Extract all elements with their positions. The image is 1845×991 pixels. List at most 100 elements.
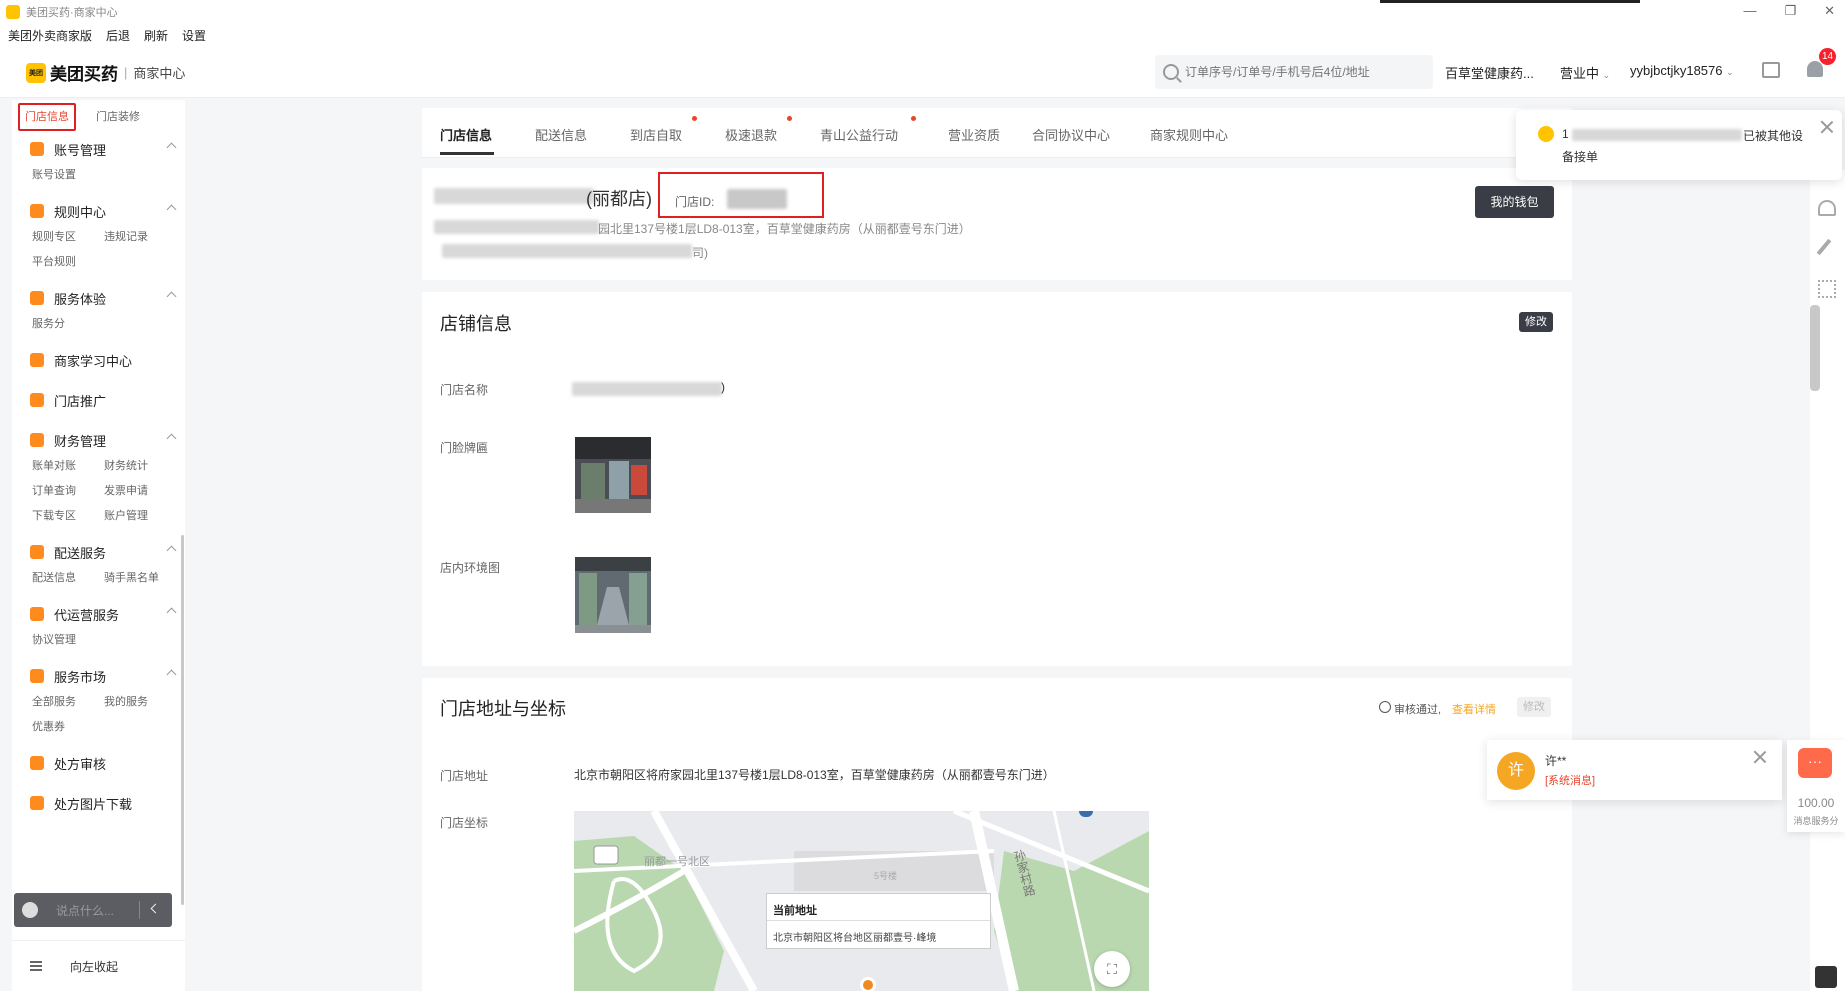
tab-contracts[interactable]: 合同协议中心 [1032, 125, 1110, 144]
address-edit-button[interactable]: 修改 [1517, 697, 1551, 717]
menu-item-settings[interactable]: 设置 [182, 27, 206, 44]
message-close-icon[interactable] [1753, 750, 1767, 764]
brand[interactable]: 美团 美团买药 | 商家中心 [26, 60, 185, 85]
notification-badge: 14 [1819, 48, 1837, 65]
flag-icon[interactable] [1815, 966, 1837, 988]
sidebar-item[interactable]: 门店推广 [12, 383, 185, 417]
collapse-sidebar-button[interactable]: 向左收起 [12, 940, 185, 991]
sidebar-subitem[interactable]: 协议管理 [32, 631, 104, 647]
sidebar-subitem[interactable]: 优惠券 [32, 718, 104, 734]
sidebar-subitem[interactable]: 账号设置 [32, 166, 104, 182]
right-scrollbar[interactable] [1810, 305, 1820, 391]
store-tabs: 门店信息 配送信息 到店自取 极速退款 青山公益行动 营业资质 合同协议中心 商… [422, 108, 1572, 158]
address-section-title: 门店地址与坐标 [440, 699, 566, 719]
audit-details-link[interactable]: 查看详情 [1452, 701, 1496, 717]
sidebar-item-label: 规则中心 [54, 204, 107, 220]
sidebar-subitem[interactable]: 财务统计 [104, 457, 176, 473]
interior-image[interactable] [575, 557, 651, 633]
map-recenter-icon[interactable]: ⛶ [1094, 951, 1130, 987]
sidebar-item[interactable]: 财务管理 [12, 423, 185, 457]
bell-icon[interactable] [1807, 61, 1823, 77]
menu-item-back[interactable]: 后退 [106, 27, 130, 44]
menubar: 美团外卖商家版 后退 刷新 设置 [0, 24, 1845, 46]
sidebar-subitem[interactable]: 违规记录 [104, 228, 176, 244]
printer-icon[interactable] [1762, 62, 1780, 78]
facade-image[interactable] [575, 437, 651, 513]
chevron-up-icon[interactable] [166, 607, 177, 618]
chevron-left-icon[interactable] [150, 903, 161, 914]
edit-icon[interactable] [1816, 238, 1832, 256]
sidebar-item[interactable]: 配送服务 [12, 535, 185, 569]
sidebar-subitem[interactable]: 平台规则 [32, 253, 104, 269]
tab-delivery-info[interactable]: 配送信息 [535, 125, 587, 144]
sidebar-subitem[interactable]: 骑手黑名单 [104, 569, 176, 585]
store-select[interactable]: 百草堂健康药... [1445, 63, 1534, 82]
sidebar-item[interactable]: 代运营服务 [12, 597, 185, 631]
sidebar-subitem[interactable]: 服务分 [32, 315, 104, 331]
tab-merchant-rules[interactable]: 商家规则中心 [1150, 125, 1228, 144]
menu-item-refresh[interactable]: 刷新 [144, 27, 168, 44]
restore-icon[interactable]: ❐ [1784, 3, 1796, 19]
system-message-card[interactable]: 许 许** [系统消息] [1487, 740, 1782, 800]
store-location-map[interactable]: 丽都一号北区 5号楼 孙家村路 当前地址 北京市朝阳区将台地区丽都壹号·峰境 ⛶ [574, 811, 1149, 991]
chevron-up-icon[interactable] [166, 545, 177, 556]
sidebar-item[interactable]: 处方图片下载 [12, 786, 185, 820]
tab-fast-refund[interactable]: 极速退款 [725, 125, 777, 144]
chevron-up-icon[interactable] [166, 291, 177, 302]
service-score-label: 消息服务分 [1793, 816, 1839, 826]
sidebar-scrollbar[interactable] [181, 535, 184, 905]
sidebar-item[interactable]: 服务市场 [12, 659, 185, 693]
sender-name: 许** [1545, 754, 1567, 768]
minimize-icon[interactable]: — [1743, 3, 1756, 19]
sidebar-subitem[interactable]: 订单查询 [32, 482, 104, 498]
sidebar-tab-store-decoration[interactable]: 门店装修 [96, 108, 140, 132]
chat-input-box[interactable]: 说点什么... [14, 893, 172, 927]
sidebar-tab-store-info[interactable]: 门店信息 [18, 103, 76, 131]
sidebar-item[interactable]: 商家学习中心 [12, 343, 185, 377]
sidebar-subitem[interactable]: 发票申请 [104, 482, 176, 498]
notification-close-icon[interactable] [1820, 120, 1834, 134]
sidebar-item-label: 服务市场 [54, 669, 107, 685]
sidebar-item-label: 账号管理 [54, 142, 107, 158]
chevron-up-icon[interactable] [166, 142, 177, 153]
sidebar-subitem[interactable]: 全部服务 [32, 693, 104, 709]
order-search[interactable] [1155, 55, 1433, 89]
tab-charity[interactable]: 青山公益行动 [820, 125, 898, 144]
emoji-icon[interactable] [22, 902, 38, 918]
sidebar-subitem[interactable]: 我的服务 [104, 693, 176, 709]
search-input[interactable] [1185, 65, 1415, 79]
interior-label: 店内环境图 [440, 561, 501, 575]
close-icon[interactable]: ✕ [1824, 3, 1835, 19]
chevron-up-icon[interactable] [166, 204, 177, 215]
sidebar-item[interactable]: 规则中心 [12, 194, 185, 228]
sidebar-subitems: 规则专区 违规记录 平台规则 [12, 228, 185, 281]
location-marker-icon[interactable] [860, 977, 876, 991]
sidebar-item[interactable]: 账号管理 [12, 132, 185, 166]
chevron-up-icon[interactable] [166, 669, 177, 680]
headset-icon[interactable] [1818, 200, 1836, 216]
sidebar-subitem[interactable]: 账单对账 [32, 457, 104, 473]
menu-item-app[interactable]: 美团外卖商家版 [8, 27, 92, 44]
wallet-button[interactable]: 我的钱包 [1475, 186, 1554, 218]
sidebar-subitem[interactable]: 配送信息 [32, 569, 104, 585]
map-building-label: 5号楼 [874, 871, 898, 881]
tab-store-info[interactable]: 门店信息 [440, 125, 492, 144]
window-titlebar: 美团买药·商家中心 — ❐ ✕ [0, 0, 1845, 24]
sidebar-subitem[interactable]: 规则专区 [32, 228, 104, 244]
sidebar-group: 服务体验 服务分 [12, 281, 185, 343]
service-score-widget[interactable]: ··· 100.00 消息服务分 [1787, 740, 1845, 832]
status-select[interactable]: 营业中 ⌄ [1560, 63, 1610, 82]
store-info-edit-button[interactable]: 修改 [1519, 312, 1553, 332]
account-select[interactable]: yybjbctjky18576 ⌄ [1630, 63, 1734, 78]
sidebar-subitem[interactable]: 下载专区 [32, 507, 104, 523]
sidebar-subitem[interactable]: 账户管理 [104, 507, 176, 523]
sidebar-groups: 账号管理 账号设置 规则中心 规则专区 违规记录 平台规则 服务体验 服务分 商家学习中心 门店推… [12, 132, 185, 820]
tab-qualifications[interactable]: 营业资质 [948, 125, 1000, 144]
sidebar-item[interactable]: 服务体验 [12, 281, 185, 315]
tab-pickup[interactable]: 到店自取 [630, 125, 682, 144]
sidebar-item[interactable]: 处方审核 [12, 746, 185, 780]
qrcode-icon[interactable] [1818, 280, 1836, 298]
chevron-up-icon[interactable] [166, 433, 177, 444]
info-line-end: 司) [692, 246, 708, 260]
sender-avatar: 许 [1497, 752, 1535, 790]
